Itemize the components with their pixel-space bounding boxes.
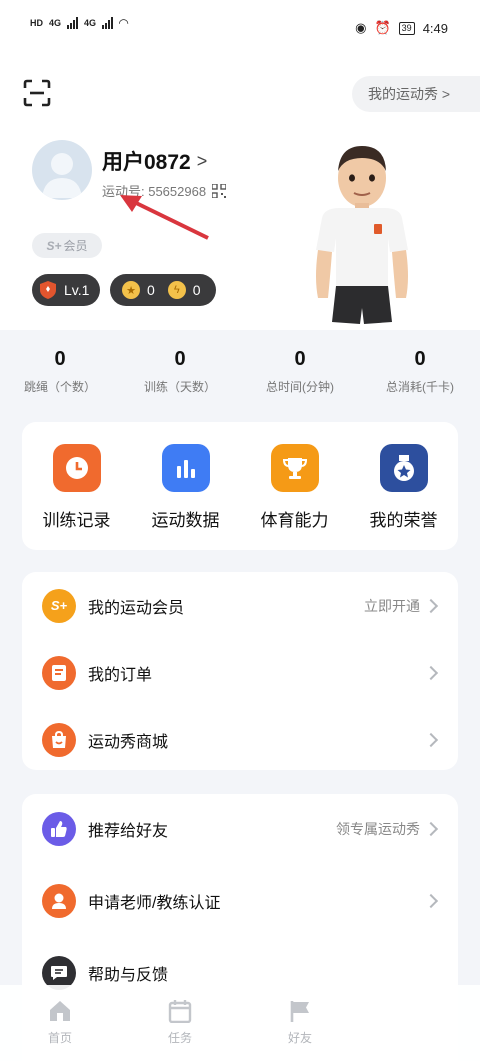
signal-icon-2: [102, 17, 114, 29]
stat-value: 0: [294, 348, 306, 370]
stat-label: 训练（天数）: [143, 380, 216, 394]
shortcut-label: 体育能力: [260, 511, 329, 530]
username-text: 用户0872: [102, 151, 191, 174]
avatar[interactable]: [32, 140, 92, 200]
my-sports-show-button[interactable]: 我的运动秀 >: [352, 76, 480, 112]
shop-icon: [42, 722, 76, 757]
menu-label: 推荐给好友: [88, 823, 169, 840]
bar-chart-icon: [161, 444, 210, 492]
stat-value: 0: [414, 348, 426, 370]
shortcut-label: 训练记录: [42, 511, 111, 530]
star-coin-icon: ★: [122, 281, 140, 299]
medal-icon: [379, 444, 428, 492]
bolt-coin-icon: ϟ: [167, 281, 186, 299]
menu-label: 申请老师/教练认证: [88, 895, 221, 912]
flag-icon: [290, 1001, 309, 1022]
shortcut-sports-ability[interactable]: 体育能力: [240, 422, 349, 550]
stat-value: 0: [54, 348, 66, 370]
chevron-right-icon: [423, 732, 439, 747]
menu-label: 我的订单: [88, 666, 153, 684]
level-badge[interactable]: Lv.1: [32, 274, 100, 306]
nav-label: 首页: [47, 1031, 72, 1045]
stat-label: 总消耗(千卡): [386, 380, 454, 394]
trophy-icon: [270, 444, 319, 492]
member-badge[interactable]: S+ 会员: [32, 233, 102, 258]
clock-time: 4:49: [422, 20, 448, 36]
shortcut-training-record[interactable]: 训练记录: [22, 422, 131, 550]
status-bar: HD 4G 4G ◠ ◉ ⏰ 39 4:49: [0, 0, 480, 52]
order-icon: [42, 655, 76, 690]
menu-hint: 领专属运动秀: [336, 821, 420, 837]
menu-item-shop[interactable]: 运动秀商城: [22, 706, 458, 773]
username[interactable]: 用户0872 >: [102, 146, 207, 176]
wifi-icon: ◠: [119, 16, 129, 30]
nav-tasks[interactable]: 任务: [120, 985, 240, 1061]
star-coin-count: 0: [147, 282, 155, 298]
menu-hint: 立即开通: [364, 597, 420, 614]
stat-label: 总时间(分钟): [266, 380, 334, 394]
chevron-right-icon: [423, 821, 439, 837]
alarm-icon: ⏰: [374, 20, 391, 35]
eye-icon: ◉: [355, 20, 367, 35]
shortcut-label: 我的荣誉: [369, 511, 438, 530]
chevron-right-icon: >: [196, 150, 208, 171]
menu-item-teacher-certification[interactable]: 申请老师/教练认证: [22, 864, 458, 938]
member-logo-icon: S+: [46, 238, 62, 253]
menu-label: 帮助与反馈: [88, 967, 169, 984]
net-label-1: 4G: [49, 18, 62, 28]
stat-value: 0: [174, 348, 186, 370]
chevron-right-icon: [423, 665, 439, 680]
status-right: ◉ ⏰ 39 4:49: [355, 20, 448, 36]
hd-tag: HD: [30, 18, 43, 28]
scan-icon[interactable]: [22, 78, 52, 108]
shortcuts-card: 训练记录 运动数据 体育能力 我的荣誉: [22, 422, 458, 550]
home-icon: [50, 1001, 70, 1021]
stat-total-time[interactable]: 0 总时间(分钟): [240, 348, 360, 408]
clock-icon: [52, 444, 101, 492]
avatar-3d-figure[interactable]: [300, 138, 424, 330]
coins-badge[interactable]: ★ 0 ϟ 0: [110, 274, 216, 306]
menu-label: 运动秀商城: [88, 733, 169, 751]
nav-home[interactable]: 首页: [0, 985, 120, 1061]
level-shield-icon: [40, 281, 56, 299]
stat-jump-rope[interactable]: 0 跳绳（个数）: [0, 348, 120, 408]
stats-row: 0 跳绳（个数） 0 训练（天数） 0 总时间(分钟) 0 总消耗(千卡): [0, 348, 480, 408]
member-s-plus-icon: S+: [42, 588, 76, 623]
net-label-2: 4G: [84, 18, 97, 28]
menu-label: 我的运动会员: [88, 599, 185, 617]
menu-item-my-orders[interactable]: 我的订单: [22, 639, 458, 706]
battery-icon: 39: [398, 21, 415, 35]
bottom-nav: 首页 任务 好友: [0, 985, 480, 1061]
chevron-right-icon: [423, 893, 439, 909]
status-left: HD 4G 4G ◠: [30, 16, 128, 30]
bolt-coin-count: 0: [192, 282, 201, 298]
stat-label: 跳绳（个数）: [23, 380, 96, 394]
stat-total-calories[interactable]: 0 总消耗(千卡): [360, 348, 480, 408]
shortcut-label: 运动数据: [151, 511, 220, 530]
member-icon-text: S+: [50, 598, 68, 613]
menu-group-1: S+ 我的运动会员 立即开通 我的订单 运动秀商城: [22, 572, 458, 770]
nav-friends[interactable]: 好友: [240, 985, 360, 1061]
stat-training-days[interactable]: 0 训练（天数）: [120, 348, 240, 408]
member-label: 会员: [63, 239, 88, 253]
thumbs-up-icon: [42, 812, 76, 846]
shortcut-sports-data[interactable]: 运动数据: [131, 422, 240, 550]
shortcut-my-honors[interactable]: 我的荣誉: [349, 422, 458, 550]
level-text: Lv.1: [64, 282, 90, 298]
calendar-icon: [168, 1000, 192, 1023]
chevron-right-icon: [423, 598, 439, 613]
nav-label: 任务: [167, 1031, 192, 1045]
red-arrow-annotation: [120, 195, 209, 240]
teacher-icon: [42, 884, 76, 918]
menu-item-sports-member[interactable]: S+ 我的运动会员 立即开通: [22, 572, 458, 639]
menu-item-recommend[interactable]: 推荐给好友 领专属运动秀: [22, 794, 458, 864]
signal-icon: [67, 17, 79, 29]
nav-label: 好友: [287, 1031, 312, 1045]
